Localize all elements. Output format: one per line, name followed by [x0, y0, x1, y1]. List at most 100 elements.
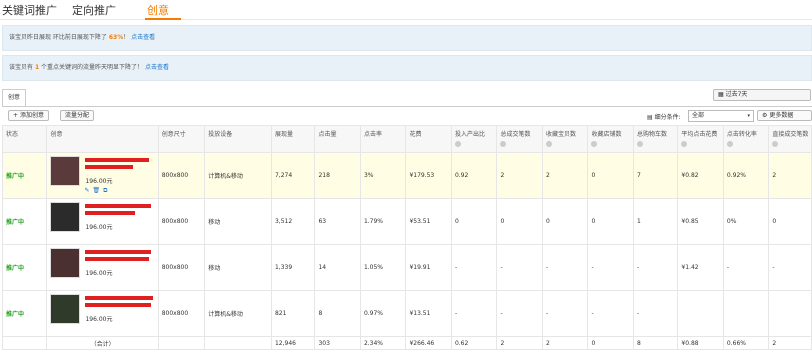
notice-suffix: ！	[123, 34, 130, 41]
col-ctr[interactable]: 点击率	[359, 125, 407, 153]
col-label: 收藏店铺数	[591, 131, 622, 138]
tab-targeted-promo[interactable]: 定向推广	[72, 2, 116, 18]
cpc-cell	[677, 290, 724, 337]
creative-cell: 196.00元	[46, 198, 159, 245]
active-tab-underline	[145, 18, 181, 20]
status-cell: 推广中	[1, 152, 48, 199]
total-fav-items: 2	[541, 336, 589, 350]
calendar-icon: ▦	[718, 91, 724, 98]
col-cart[interactable]: 总购物车数	[632, 125, 679, 153]
clicks-cell: 63	[314, 198, 361, 245]
notice-keyword-drop: 该宝贝有 1 个重点关键词的流量昨天明显下降了！ 点击查看	[2, 55, 812, 81]
table-row: 推广中 196.00元 ✎🗑⧉ 800x800 计算机&移动 7,274 218…	[1, 152, 812, 199]
col-device[interactable]: 投放设备	[204, 125, 272, 153]
fav-shops-cell: -	[587, 244, 634, 291]
cvr-cell: 0.92%	[722, 152, 770, 199]
product-thumbnail[interactable]	[50, 155, 81, 186]
help-icon[interactable]	[726, 141, 733, 147]
date-range-button[interactable]: ▦ 过去7天	[713, 89, 811, 101]
help-icon[interactable]	[545, 141, 552, 147]
product-thumbnail[interactable]	[50, 247, 81, 278]
col-label: 花费	[409, 131, 422, 138]
total-status-cell	[1, 336, 48, 350]
col-creative[interactable]: 创意	[46, 125, 159, 153]
tab-creative[interactable]: 创意	[147, 2, 169, 18]
redacted-title	[85, 157, 150, 162]
size-cell: 800x800	[157, 244, 206, 291]
total-clicks: 303	[314, 336, 361, 350]
col-label: 收藏宝贝数	[545, 131, 576, 138]
impressions-cell: 7,274	[270, 152, 316, 199]
notice-view-link-2[interactable]: 点击查看	[145, 64, 169, 71]
col-size[interactable]: 创意尺寸	[157, 125, 206, 153]
col-fav-shops[interactable]: 收藏店铺数	[587, 125, 634, 153]
subtab-creative[interactable]: 创意	[2, 89, 26, 107]
cost-cell: ¥13.51	[405, 290, 452, 337]
clicks-cell: 218	[314, 152, 361, 199]
device-cell: 计算机&移动	[204, 152, 272, 199]
col-impressions[interactable]: 展现量	[270, 125, 316, 153]
total-size-cell	[157, 336, 206, 350]
notice-impression-drop: 该宝贝昨日展现 环比前日展现下降了 63%！ 点击查看	[2, 25, 812, 51]
col-label: 总成交笔数	[500, 131, 531, 138]
size-cell: 800x800	[157, 290, 206, 337]
table-row: 推广中 196.00元 800x800 移动 1,339 14 1.05% ¥1…	[1, 244, 812, 291]
notice-view-link[interactable]: 点击查看	[131, 34, 155, 41]
tab-keyword-promo[interactable]: 关键词推广	[2, 2, 57, 18]
deals-cell: 2	[496, 152, 543, 199]
col-fav-items[interactable]: 收藏宝贝数	[541, 125, 589, 153]
col-status[interactable]: 状态	[1, 125, 48, 153]
more-data-button[interactable]: ⚙ 更多数据	[757, 110, 812, 121]
help-icon[interactable]	[454, 141, 461, 147]
segment-select[interactable]: 全部 ▾	[688, 110, 754, 122]
help-icon[interactable]	[591, 141, 598, 147]
cost-cell: ¥19.91	[405, 244, 452, 291]
roi-cell: 0.92	[450, 152, 498, 199]
ctr-cell: 0.97%	[359, 290, 407, 337]
cvr-cell: -	[722, 244, 770, 291]
flow-allocation-button[interactable]: 流量分配	[60, 110, 95, 121]
help-icon[interactable]	[681, 141, 688, 147]
help-icon[interactable]	[772, 141, 779, 147]
roi-cell: -	[450, 290, 498, 337]
col-label: 创意	[50, 131, 63, 138]
col-label: 点击量	[318, 131, 337, 138]
col-direct-deals[interactable]: 直接成交笔数	[768, 125, 812, 153]
fav-items-cell: 0	[541, 198, 589, 245]
direct-deals-cell: 0	[768, 198, 812, 245]
creative-table: 状态 创意 创意尺寸 投放设备 展现量 点击量 点击率 花费 投入产出比 总成交…	[1, 125, 812, 350]
ctr-cell: 3%	[359, 152, 407, 199]
col-label: 投放设备	[208, 131, 233, 138]
help-icon[interactable]	[636, 141, 643, 147]
help-icon[interactable]	[500, 141, 507, 147]
col-cost[interactable]: 花费	[405, 125, 452, 153]
redacted-title	[85, 164, 134, 169]
segment-label-text: 细分条件:	[654, 114, 681, 121]
cart-cell: -	[632, 290, 679, 337]
clicks-cell: 8	[314, 290, 361, 337]
redacted-title	[85, 256, 150, 261]
col-label: 投入产出比	[454, 131, 485, 138]
fav-shops-cell: 0	[587, 152, 634, 199]
col-avg-cpc[interactable]: 平均点击花费	[677, 125, 724, 153]
col-cvr[interactable]: 点击转化率	[722, 125, 770, 153]
product-thumbnail[interactable]	[50, 201, 81, 232]
gear-icon: ⚙	[762, 112, 768, 119]
more-data-label: 更多数据	[769, 112, 794, 119]
notice-percentage: 63%	[108, 34, 124, 41]
product-thumbnail[interactable]	[50, 293, 81, 324]
date-range-label: 过去7天	[725, 91, 748, 98]
col-clicks[interactable]: 点击量	[314, 125, 361, 153]
col-roi[interactable]: 投入产出比	[450, 125, 498, 153]
copy-icon[interactable]: ⧉	[103, 187, 110, 194]
edit-icon[interactable]: ✎	[84, 187, 92, 194]
cpc-cell: ¥1.42	[677, 244, 724, 291]
col-total-deals[interactable]: 总成交笔数	[496, 125, 543, 153]
add-creative-button[interactable]: + 添加创意	[8, 110, 49, 121]
impressions-cell: 821	[270, 290, 316, 337]
redacted-title	[85, 249, 152, 254]
total-label: （合计）	[46, 336, 159, 350]
fav-shops-cell: -	[587, 290, 634, 337]
delete-icon[interactable]: 🗑	[93, 187, 104, 194]
table-header: 状态 创意 创意尺寸 投放设备 展现量 点击量 点击率 花费 投入产出比 总成交…	[1, 125, 812, 153]
